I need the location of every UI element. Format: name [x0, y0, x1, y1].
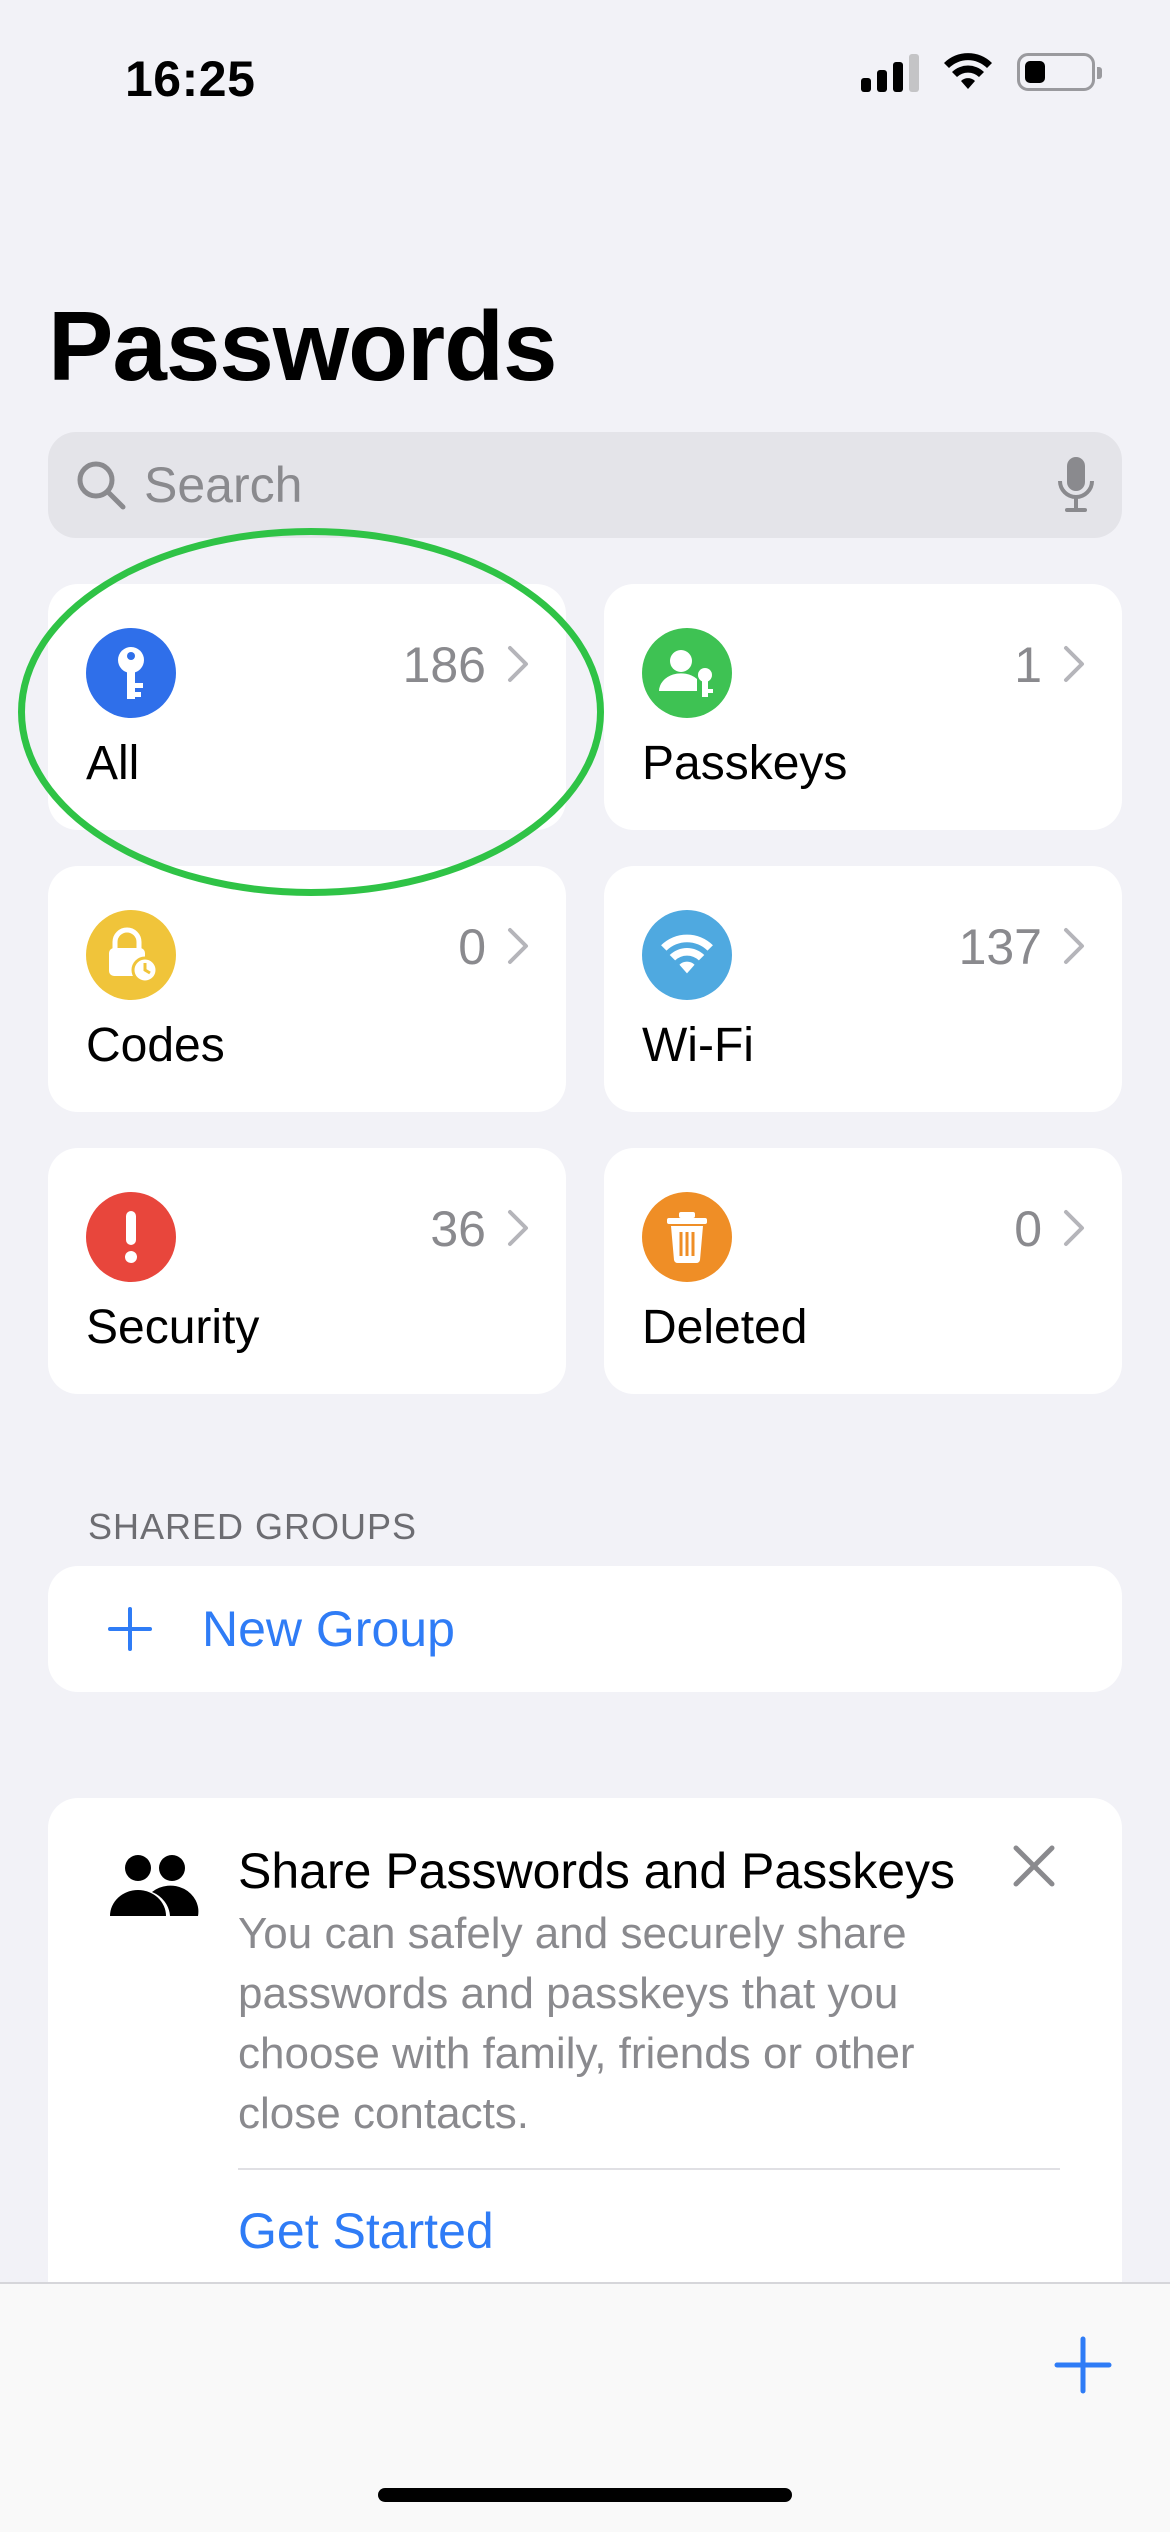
tile-label: Passkeys — [642, 737, 848, 790]
key-icon — [86, 628, 176, 718]
microphone-icon[interactable] — [1056, 455, 1096, 515]
search-input[interactable] — [144, 456, 1056, 514]
tile-security[interactable]: 36 Security — [48, 1148, 566, 1394]
tile-count: 137 — [958, 919, 1042, 975]
divider — [238, 2168, 1060, 2170]
tile-count: 186 — [402, 637, 486, 693]
share-passwords-card: Share Passwords and Passkeys You can saf… — [48, 1798, 1122, 2318]
tile-count: 0 — [1014, 1201, 1042, 1257]
chevron-right-icon — [1064, 646, 1084, 682]
status-time: 16:25 — [125, 51, 256, 107]
person-key-icon — [642, 628, 732, 718]
add-icon[interactable] — [1054, 2336, 1112, 2394]
chevron-right-icon — [508, 646, 528, 682]
tile-label: Security — [86, 1301, 260, 1354]
tile-label: Codes — [86, 1019, 225, 1072]
tile-count: 36 — [430, 1201, 486, 1257]
shared-groups-header: SHARED GROUPS — [88, 1506, 418, 1547]
chevron-right-icon — [1064, 1210, 1084, 1246]
plus-icon — [108, 1607, 152, 1651]
chevron-right-icon — [508, 928, 528, 964]
new-group-button[interactable]: New Group — [48, 1566, 1122, 1692]
wifi-icon — [642, 910, 732, 1000]
tile-all[interactable]: 186 All — [48, 584, 566, 830]
tile-label: Wi-Fi — [642, 1019, 754, 1072]
share-card-body: You can safely and securely share passwo… — [238, 1909, 915, 2138]
chevron-right-icon — [1064, 928, 1084, 964]
passwords-screen: 16:25 Passwords Search 186 All 1 Passkey… — [0, 0, 1170, 2532]
tile-wifi[interactable]: 137 Wi-Fi — [604, 866, 1122, 1112]
tile-deleted[interactable]: 0 Deleted — [604, 1148, 1122, 1394]
tile-count: 0 — [458, 919, 486, 975]
new-group-label: New Group — [202, 1601, 455, 1657]
search-icon — [77, 461, 126, 510]
get-started-button[interactable]: Get Started — [238, 2202, 494, 2260]
cellular-signal-icon — [861, 52, 919, 92]
battery-icon — [1017, 53, 1102, 91]
exclamation-icon — [86, 1192, 176, 1282]
tile-label: Deleted — [642, 1301, 808, 1354]
tile-count: 1 — [1014, 637, 1042, 693]
search-bar[interactable] — [48, 432, 1122, 538]
page-title: Passwords — [48, 291, 557, 401]
tile-label: All — [86, 737, 140, 790]
lock-clock-icon — [86, 910, 176, 1000]
home-indicator — [378, 2488, 792, 2502]
tile-passkeys[interactable]: 1 Passkeys — [604, 584, 1122, 830]
trash-icon — [642, 1192, 732, 1282]
chevron-right-icon — [508, 1210, 528, 1246]
people-icon — [110, 1855, 199, 1916]
wifi-status-icon — [944, 53, 992, 89]
status-icons — [861, 52, 1102, 92]
share-card-title: Share Passwords and Passkeys — [238, 1843, 956, 1899]
tile-codes[interactable]: 0 Codes — [48, 866, 566, 1112]
close-icon[interactable] — [1012, 1844, 1056, 1888]
